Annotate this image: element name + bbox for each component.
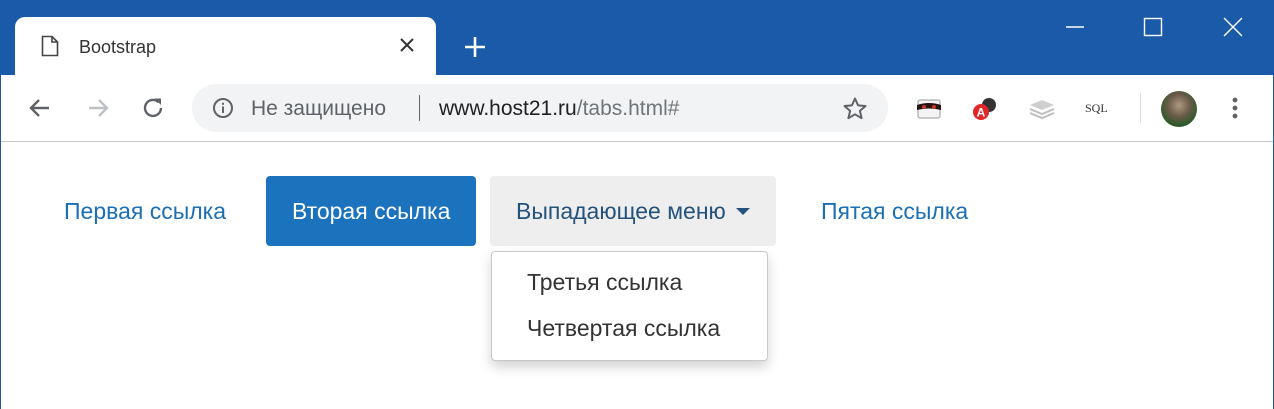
page-icon [41,35,59,57]
page-content: Первая ссылка Вторая ссылка Выпадающее м… [1,142,1273,409]
mask-extension-icon[interactable] [915,97,943,121]
security-status[interactable]: Не защищено [251,97,386,121]
plus-icon[interactable] [463,35,487,59]
url-path: /tabs.html# [576,97,680,120]
nav-link-fifth[interactable]: Пятая ссылка [795,176,994,246]
url-text[interactable]: www.host21.ru/tabs.html# [439,97,679,121]
browser-window: Bootstrap Не защищено www.host21.ru/tabs… [0,0,1274,409]
more-vertical-icon[interactable] [1225,95,1245,121]
nav-link-second-active[interactable]: Вторая ссылка [266,176,477,246]
maximize-icon[interactable] [1141,15,1165,39]
toolbar-separator [1140,93,1141,123]
dropdown-item-fourth[interactable]: Четвертая ссылка [527,315,720,342]
address-bar[interactable]: Не защищено www.host21.ru/tabs.html# [192,84,888,132]
title-bar: Bootstrap [1,1,1273,75]
caret-down-icon [735,207,750,215]
info-icon[interactable] [212,97,234,119]
svg-text:A: A [977,106,986,120]
minimize-icon[interactable] [1063,15,1087,39]
nav-dropdown-toggle[interactable]: Выпадающее меню [490,176,776,246]
dropdown-menu: Третья ссылка Четвертая ссылка [491,251,768,361]
sql-extension-icon[interactable]: SQL [1085,101,1108,116]
forward-arrow-icon[interactable] [85,95,111,121]
close-icon[interactable] [398,36,416,54]
address-separator [419,95,420,121]
browser-toolbar: Не защищено www.host21.ru/tabs.html# A S… [1,75,1273,142]
dropdown-toggle-label: Выпадающее меню [516,198,726,224]
nav-link-first[interactable]: Первая ссылка [38,176,252,246]
layers-extension-icon[interactable] [1028,97,1056,121]
back-arrow-icon[interactable] [27,95,53,121]
star-icon[interactable] [842,96,868,122]
profile-avatar[interactable] [1161,91,1197,127]
window-close-icon[interactable] [1221,15,1245,39]
tab-title: Bootstrap [79,37,157,57]
reload-icon[interactable] [140,95,166,121]
translate-extension-icon[interactable]: A [971,97,999,121]
browser-tab[interactable]: Bootstrap [15,17,436,75]
dropdown-item-third[interactable]: Третья ссылка [527,269,682,296]
url-host: www.host21.ru [439,97,577,120]
